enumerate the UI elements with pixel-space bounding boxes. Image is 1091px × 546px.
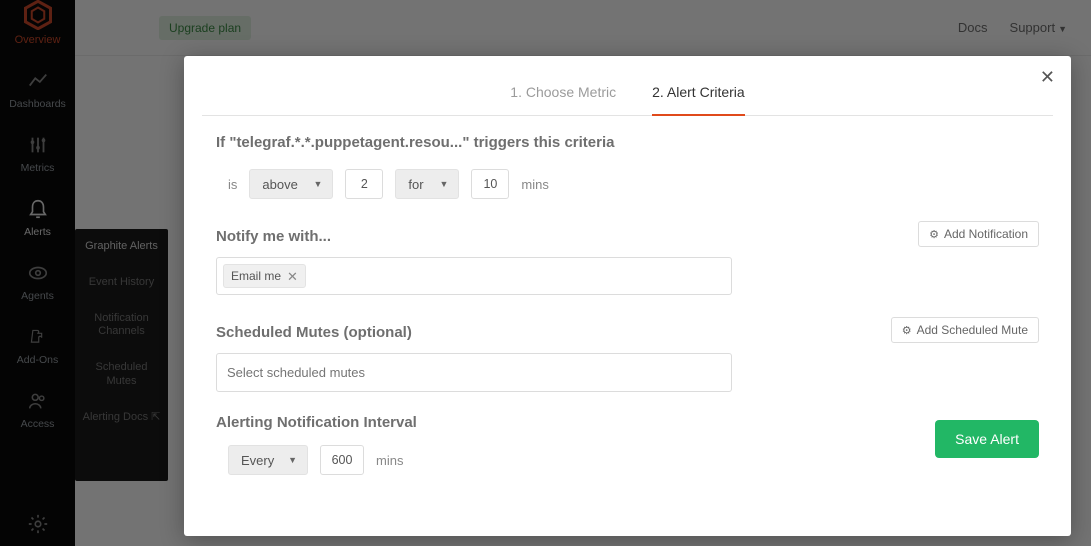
save-alert-button[interactable]: Save Alert: [935, 420, 1039, 458]
notify-title: Notify me with...: [216, 228, 331, 245]
mutes-input[interactable]: [223, 359, 725, 386]
modal-tabs: 1. Choose Metric 2. Alert Criteria: [202, 56, 1053, 116]
tab-alert-criteria[interactable]: 2. Alert Criteria: [652, 84, 745, 116]
interval-mode-value: Every: [241, 453, 274, 468]
interval-mins-label: mins: [376, 453, 403, 468]
mutes-title: Scheduled Mutes (optional): [216, 324, 412, 341]
add-scheduled-mute-button[interactable]: ⚙ Add Scheduled Mute: [891, 317, 1039, 343]
add-mute-label: Add Scheduled Mute: [917, 323, 1028, 337]
chip-remove-button[interactable]: ✕: [287, 270, 298, 283]
mutes-field[interactable]: [216, 353, 732, 392]
interval-title: Alerting Notification Interval: [216, 414, 1039, 431]
for-select[interactable]: for ▼: [395, 169, 459, 199]
close-button[interactable]: ✕: [1040, 68, 1055, 86]
gear-icon: ⚙: [929, 228, 939, 241]
interval-mode-select[interactable]: Every ▼: [228, 445, 308, 475]
chevron-down-icon: ▼: [439, 179, 448, 189]
comparator-value: above: [262, 177, 297, 192]
alert-modal: ✕ 1. Choose Metric 2. Alert Criteria If …: [184, 56, 1071, 536]
close-icon: ✕: [1040, 67, 1055, 87]
is-label: is: [228, 177, 237, 192]
chip-label: Email me: [231, 269, 281, 283]
notify-field[interactable]: Email me ✕: [216, 257, 732, 295]
threshold-input[interactable]: [345, 169, 383, 199]
criteria-row: is above ▼ for ▼ mins: [216, 169, 1039, 199]
for-value: for: [408, 177, 423, 192]
add-notification-button[interactable]: ⚙ Add Notification: [918, 221, 1039, 247]
duration-input[interactable]: [471, 169, 509, 199]
chevron-down-icon: ▼: [313, 179, 322, 189]
comparator-select[interactable]: above ▼: [249, 169, 333, 199]
notify-chip-email: Email me ✕: [223, 264, 306, 288]
interval-row: Every ▼ mins: [216, 445, 1039, 475]
interval-value-input[interactable]: [320, 445, 364, 475]
mins-label: mins: [521, 177, 548, 192]
gear-icon: ⚙: [902, 324, 912, 337]
chevron-down-icon: ▼: [288, 455, 297, 465]
tab-choose-metric[interactable]: 1. Choose Metric: [510, 84, 616, 115]
add-notification-label: Add Notification: [944, 227, 1028, 241]
criteria-sentence: If "telegraf.*.*.puppetagent.resou..." t…: [216, 134, 1039, 151]
